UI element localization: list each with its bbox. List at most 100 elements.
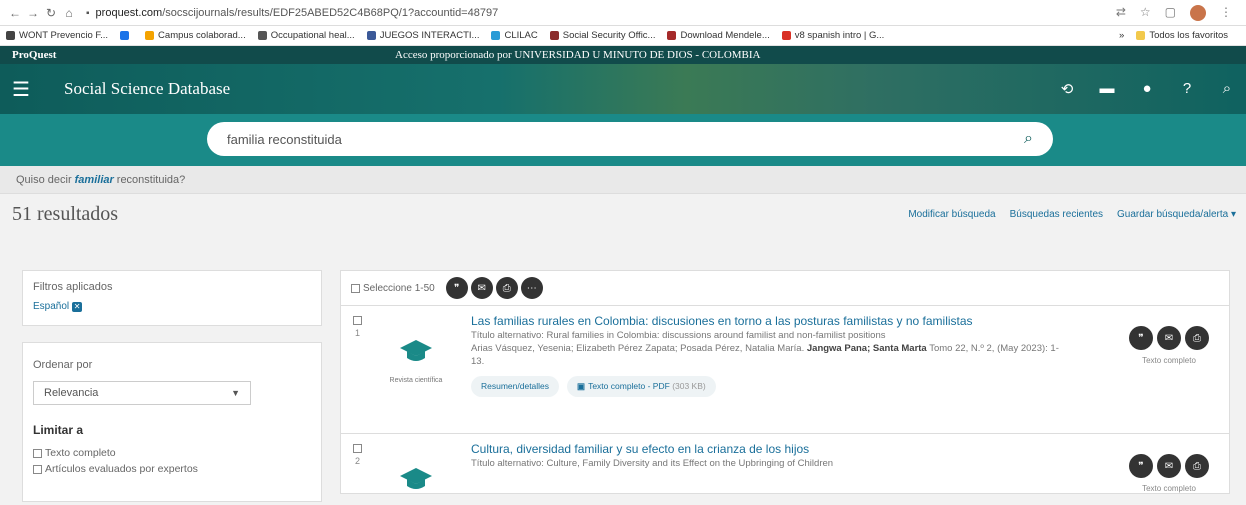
more-icon[interactable]: ⋯: [520, 277, 543, 299]
checkbox[interactable]: [33, 464, 42, 474]
graduation-cap-icon: [399, 336, 433, 366]
bookmark-favicon-icon: [781, 31, 791, 40]
results-header: 51 resultados Modificar búsqueda Búsqued…: [0, 194, 1246, 234]
search-toggle-icon[interactable]: ⌕: [1218, 80, 1236, 98]
results-count: 51 resultados: [12, 202, 119, 225]
result-title-link[interactable]: Cultura, diversidad familiar y su efecto…: [471, 442, 1061, 457]
select-range-label: Seleccione 1-50: [363, 282, 435, 294]
access-notice: Acceso proporcionado por UNIVERSIDAD U M…: [395, 49, 761, 61]
bookmarks-bar: WONT Prevencio F... Campus colaborad... Oc…: [0, 26, 1246, 46]
tab-window-icon[interactable]: ▢: [1165, 5, 1176, 21]
proquest-logo[interactable]: ProQuest: [12, 49, 56, 61]
user-icon[interactable]: ●: [1138, 80, 1156, 98]
bookmark-item[interactable]: Campus colaborad...: [145, 30, 246, 41]
limit-label: Limitar a: [33, 423, 84, 437]
bookmark-item[interactable]: [120, 31, 133, 40]
applied-filters-label: Filtros aplicados: [33, 281, 113, 293]
sort-label: Ordenar por: [33, 359, 93, 371]
bookmark-favicon-icon: [667, 31, 677, 40]
bookmark-item[interactable]: CLILAC: [491, 30, 538, 41]
spelling-suggestion: Quiso decir familiar reconstituida?: [0, 166, 1246, 194]
cite-icon[interactable]: ❞: [1129, 454, 1153, 478]
full-text-pdf-button[interactable]: ▣ Texto completo - PDF (303 KB): [567, 376, 716, 397]
folder-icon: [1136, 31, 1146, 40]
bookmark-favicon-icon: [491, 31, 501, 40]
reload-icon[interactable]: ↻: [42, 6, 60, 20]
back-icon[interactable]: ←: [6, 6, 24, 20]
result-journal[interactable]: Jangwa Pana; Santa Marta: [807, 343, 927, 354]
result-checkbox[interactable]: [353, 444, 362, 453]
chevron-down-icon: ▼: [231, 388, 240, 398]
save-search-link[interactable]: Guardar búsqueda/alerta ▾: [1117, 209, 1236, 220]
pdf-icon: ▣: [577, 381, 586, 391]
bookmark-star-icon[interactable]: ☆: [1140, 5, 1151, 21]
database-title[interactable]: Social Science Database: [64, 79, 230, 99]
cite-icon[interactable]: ❞: [1129, 326, 1153, 350]
search-icon[interactable]: ⌕: [1024, 130, 1033, 148]
remove-filter-icon[interactable]: ✕: [72, 302, 83, 312]
alternate-title: Título alternativo: Rural families in Co…: [471, 330, 886, 341]
menu-icon[interactable]: ☰: [12, 77, 42, 102]
alternate-title: Título alternativo: Culture, Family Dive…: [471, 458, 834, 469]
result-checkbox[interactable]: [353, 316, 362, 325]
translate-icon[interactable]: ⇄: [1116, 5, 1126, 21]
bookmark-item[interactable]: Download Mendele...: [667, 30, 770, 41]
bookmark-item[interactable]: v8 spanish intro | G...: [781, 30, 884, 41]
result-item: 2 Cultura, diversidad familiar y su efec…: [340, 434, 1230, 494]
full-text-label: Texto completo: [1142, 484, 1196, 493]
selection-bar: Seleccione 1-50 ❞ ✉ ⎙ ⋯: [340, 270, 1230, 306]
recent-searches-link[interactable]: Búsquedas recientes: [1010, 209, 1103, 220]
filter-chip-language[interactable]: Español ✕: [33, 301, 83, 312]
home-icon[interactable]: ⌂: [60, 6, 78, 20]
result-title-link[interactable]: Las familias rurales en Colombia: discus…: [471, 314, 1061, 329]
summary-details-button[interactable]: Resumen/detalles: [471, 376, 560, 397]
search-band: familia reconstituida ⌕: [0, 114, 1246, 166]
graduation-cap-icon: [399, 464, 433, 493]
bookmark-item[interactable]: WONT Prevencio F...: [6, 30, 108, 41]
folder-icon[interactable]: ▬: [1098, 80, 1116, 98]
bookmark-favicon-icon: [257, 31, 267, 40]
checkbox[interactable]: [33, 448, 42, 458]
document-type-thumbnail: Revista científica: [381, 330, 451, 385]
modify-search-link[interactable]: Modificar búsqueda: [908, 209, 995, 220]
bookmark-item[interactable]: Social Security Offic...: [549, 30, 655, 41]
sort-limit-panel: Ordenar por Relevancia ▼ Limitar a Texto …: [22, 342, 322, 502]
print-icon[interactable]: ⎙: [495, 277, 518, 299]
result-authors[interactable]: Arias Vásquez, Yesenia; Elizabeth Pérez …: [471, 343, 804, 354]
bookmark-item[interactable]: JUEGOS INTERACTI...: [366, 30, 479, 41]
email-icon[interactable]: ✉: [1157, 326, 1181, 350]
profile-avatar[interactable]: [1190, 4, 1206, 21]
select-all-checkbox[interactable]: [351, 283, 360, 293]
database-header: ☰ Social Science Database ⟲ ▬ ● ? ⌕: [0, 64, 1246, 114]
forward-icon[interactable]: →: [24, 6, 42, 20]
limit-peer-reviewed[interactable]: Artículos evaluados por expertos: [33, 463, 311, 475]
sort-select[interactable]: Relevancia ▼: [33, 381, 251, 405]
limit-full-text[interactable]: Texto completo: [33, 447, 311, 459]
full-text-label: Texto completo: [1142, 356, 1196, 365]
cite-icon[interactable]: ❞: [445, 277, 468, 299]
bookmark-favicon-icon: [549, 31, 559, 40]
email-icon[interactable]: ✉: [470, 277, 493, 299]
search-query: familia reconstituida: [227, 131, 342, 147]
help-icon[interactable]: ?: [1178, 80, 1196, 98]
print-icon[interactable]: ⎙: [1185, 454, 1209, 478]
search-input[interactable]: familia reconstituida ⌕: [207, 122, 1053, 156]
history-icon[interactable]: ⟲: [1058, 80, 1076, 98]
email-icon[interactable]: ✉: [1157, 454, 1181, 478]
suggested-term-link[interactable]: familiar: [75, 174, 114, 186]
bookmark-favicon-icon: [145, 31, 155, 40]
proquest-topbar: ProQuest Acceso proporcionado por UNIVER…: [0, 46, 1246, 64]
more-menu-icon[interactable]: ⋮: [1220, 5, 1232, 21]
results-list: Seleccione 1-50 ❞ ✉ ⎙ ⋯ 1 Revista cientí…: [340, 270, 1230, 494]
all-bookmarks-folder[interactable]: Todos los favoritos: [1136, 30, 1228, 41]
print-icon[interactable]: ⎙: [1185, 326, 1209, 350]
site-info-icon[interactable]: ▪: [86, 8, 90, 19]
result-item: 1 Revista científica Las familias rurale…: [340, 306, 1230, 434]
address-bar[interactable]: ▪ proquest.com/socscijournals/results/EDF…: [86, 7, 1116, 19]
bookmark-item[interactable]: Occupational heal...: [257, 30, 355, 41]
bookmark-favicon-icon: [366, 31, 376, 40]
browser-toolbar: ← → ↻ ⌂ ▪ proquest.com/socscijournals/res…: [0, 0, 1246, 26]
more-bookmarks-button[interactable]: »: [1119, 30, 1124, 41]
filters-sidebar: Filtros aplicados Español ✕ Ordenar por R…: [22, 270, 322, 505]
document-type-thumbnail: [381, 458, 451, 493]
